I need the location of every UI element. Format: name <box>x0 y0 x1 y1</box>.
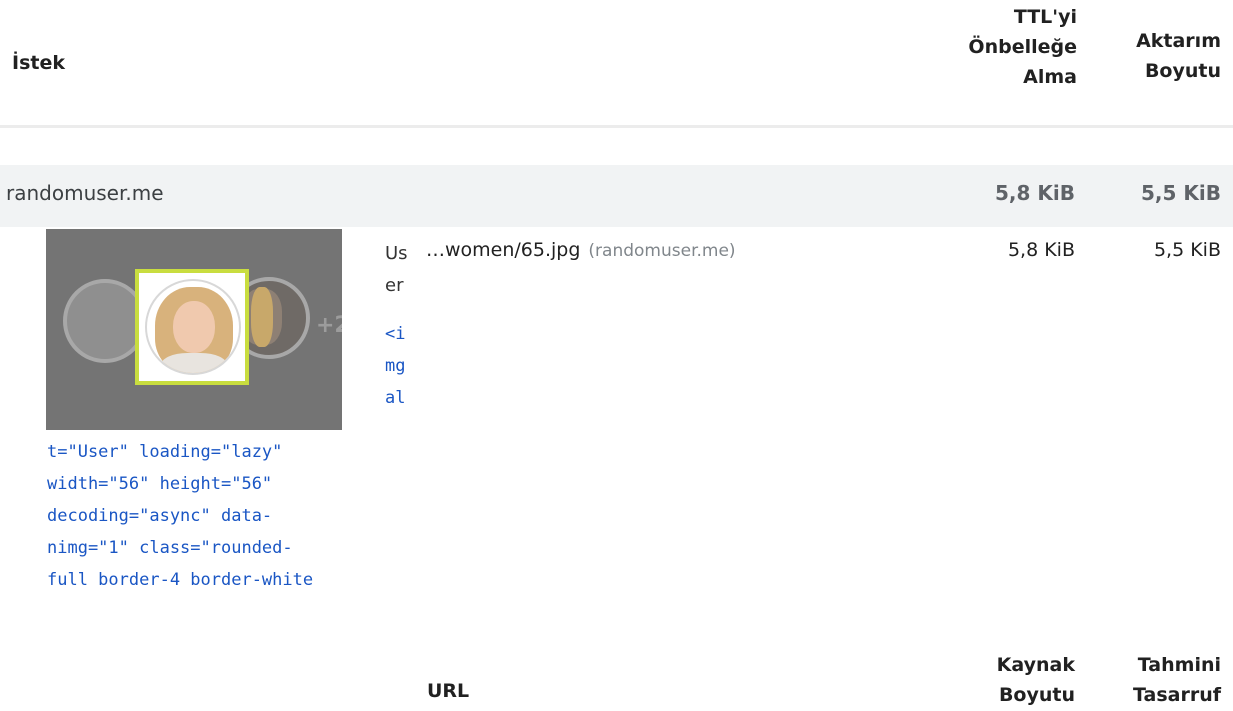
node-label-part-2: er <box>385 275 404 296</box>
subtable-header-est-savings: Tahmini Tasarruf <box>1101 650 1221 710</box>
resource-size-line-1: Kaynak <box>996 654 1075 676</box>
cache-ttl-line-3: Alma <box>1023 66 1077 88</box>
row-cache-ttl: 5,8 KiB <box>1007 239 1075 261</box>
column-header-request: İstek <box>12 52 65 74</box>
group-transfer-total: 5,5 KiB <box>1141 181 1221 205</box>
cache-ttl-line-1: TTL'yi <box>1013 6 1077 28</box>
group-entity-name: randomuser.me <box>6 181 164 205</box>
transfer-size-line-1: Aktarım <box>1136 30 1221 52</box>
node-snippet-line-3: decoding="async" data- <box>47 506 273 526</box>
avatar-partial <box>251 287 273 347</box>
node-snippet-part-3: al <box>385 388 406 408</box>
node-snippet-line-1: t="User" loading="lazy" <box>47 442 283 462</box>
node-snippet-part-1: <i <box>385 324 406 344</box>
subtable-header-url: URL <box>427 680 470 702</box>
column-header-cache-ttl: TTL'yi Önbelleğe Alma <box>937 2 1077 92</box>
resource-url-host: (randomuser.me) <box>588 241 736 261</box>
group-cache-ttl-total: 5,8 KiB <box>995 181 1075 205</box>
node-snippet-line-2: width="56" height="56" <box>47 474 273 494</box>
subtable-header-resource-size: Kaynak Boyutu <box>955 650 1075 710</box>
est-savings-line-1: Tahmini <box>1137 654 1221 676</box>
node-snippet-line-5: full border-4 border-white <box>47 570 314 590</box>
highlighted-element-box <box>135 269 249 385</box>
node-snippet[interactable]: t="User" loading="lazy" width="56" height… <box>47 436 313 596</box>
cache-ttl-line-2: Önbelleğe <box>968 36 1077 58</box>
transfer-size-line-2: Boyutu <box>1144 60 1221 82</box>
element-screenshot-thumbnail[interactable]: +2 <box>46 229 342 430</box>
est-savings-line-2: Tasarruf <box>1133 684 1221 706</box>
avatar-highlighted <box>145 279 241 375</box>
node-label: Us er <box>385 238 415 302</box>
resource-url-path[interactable]: …women/65.jpg <box>426 239 580 261</box>
more-count-badge: +2 <box>316 313 342 338</box>
row-transfer-size: 5,5 KiB <box>1153 239 1221 261</box>
node-label-part-1: Us <box>385 243 408 264</box>
node-snippet-line-4: nimg="1" class="rounded- <box>47 538 293 558</box>
resource-url[interactable]: …women/65.jpg (randomuser.me) <box>426 239 736 261</box>
node-snippet-start[interactable]: <i mg al <box>385 318 415 414</box>
resource-size-line-2: Boyutu <box>998 684 1075 706</box>
node-snippet-part-2: mg <box>385 356 406 376</box>
column-header-transfer-size: Aktarım Boyutu <box>1101 26 1221 86</box>
header-divider <box>0 125 1233 128</box>
